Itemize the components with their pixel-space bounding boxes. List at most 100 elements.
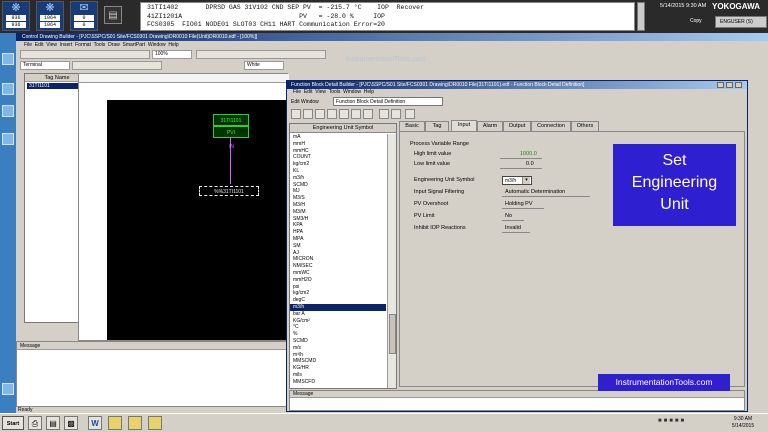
eu-list-item[interactable]: NM/SEC	[290, 263, 386, 270]
taskbar-clock[interactable]: 9:30 AM 5/14/2015	[720, 416, 766, 430]
process-alarm-button[interactable]: ❋ 936 936	[2, 1, 30, 31]
builder-task-icon[interactable]	[108, 416, 122, 430]
tool-icon[interactable]	[2, 133, 14, 145]
engineering-unit-list[interactable]: mA mmH mmHC COUNT kg/cm2 KL m3/h SCMD MJ M3/S M3/H…	[290, 134, 386, 385]
eu-list-item[interactable]: SCMD	[290, 182, 386, 189]
function-block-type[interactable]: PVI	[213, 126, 249, 138]
fbd-menu-edit[interactable]: Edit	[304, 89, 313, 95]
chevron-down-icon[interactable]: ▾	[522, 177, 530, 184]
system-alarm-button[interactable]: ❋ 1064 1064	[36, 1, 64, 31]
tab-tag[interactable]: Tag	[425, 121, 449, 131]
cut-icon[interactable]	[303, 109, 313, 119]
tab-others[interactable]: Others	[571, 121, 599, 131]
eu-list-item[interactable]: bar A	[290, 311, 386, 318]
low-limit-field[interactable]: 0.0	[526, 161, 534, 167]
start-button[interactable]: Start	[2, 416, 24, 430]
tab-connection[interactable]: Connection	[531, 121, 571, 131]
copy-button[interactable]: Copy	[690, 18, 702, 24]
eu-list-item[interactable]: kg/cm2	[290, 161, 386, 168]
eu-list-item[interactable]: m/s	[290, 345, 386, 352]
tab-alarm[interactable]: Alarm	[477, 121, 503, 131]
print-icon[interactable]	[379, 109, 389, 119]
eu-list-item[interactable]: HPA	[290, 229, 386, 236]
builder-task-icon[interactable]	[148, 416, 162, 430]
tab-basic[interactable]: Basic	[399, 121, 425, 131]
eu-list-item[interactable]: KPA	[290, 222, 386, 229]
cdb-toolbar-2[interactable]	[196, 50, 326, 59]
fbd-menu-view[interactable]: View	[315, 89, 326, 95]
font-select[interactable]: Terminal	[20, 61, 70, 70]
eu-list-item[interactable]: mmHC	[290, 148, 386, 155]
eu-list-item[interactable]: MPA	[290, 236, 386, 243]
eu-list-item[interactable]: KG/HR	[290, 365, 386, 372]
eu-list-item[interactable]: m³/h	[290, 352, 386, 359]
message-monitor-icon[interactable]: ▤	[104, 6, 122, 24]
check-icon[interactable]	[363, 109, 373, 119]
cdb-toolbar[interactable]	[20, 50, 150, 59]
tray-icons[interactable]: ■■■■■	[658, 418, 716, 428]
printer-icon[interactable]: ⎙	[28, 416, 42, 430]
io-terminal[interactable]: %%31TI1101	[199, 186, 259, 196]
menu-window[interactable]: Window	[148, 42, 166, 48]
window-icon[interactable]	[2, 83, 14, 95]
operator-guide-button[interactable]: ✉ 0 0	[70, 1, 98, 31]
zoom-select[interactable]: 100%	[152, 50, 192, 59]
eu-list-item[interactable]: m3/h	[290, 303, 386, 311]
eu-list-item[interactable]: mmH2O	[290, 277, 386, 284]
menu-edit[interactable]: Edit	[35, 42, 44, 48]
save-icon[interactable]	[291, 109, 301, 119]
cdb-title-bar[interactable]: Control Drawing Builder - [PJC\SSPC/S01 …	[16, 33, 768, 41]
nav-icon[interactable]	[2, 53, 14, 65]
fbd-title-bar[interactable]: Function Block Detail Builder - [PJC\SSP…	[287, 81, 747, 89]
color-select[interactable]: White	[244, 61, 284, 70]
list-icon[interactable]	[405, 109, 415, 119]
eu-list-item[interactable]: MICRON	[290, 256, 386, 263]
eu-list-item[interactable]: %	[290, 331, 386, 338]
scroll-thumb[interactable]	[389, 314, 396, 354]
eu-list-item[interactable]: mA	[290, 134, 386, 141]
maximize-button[interactable]	[726, 82, 733, 88]
alarm-message-box[interactable]: 31TI1402 DPRSD GAS 31V102 CND SEP PV = -…	[140, 2, 635, 31]
user-box[interactable]: ENGUSER (S)	[715, 16, 767, 28]
eu-list-item[interactable]: m3/h	[290, 175, 386, 182]
menu-draw[interactable]: Draw	[108, 42, 120, 48]
builder-task-icon[interactable]	[128, 416, 142, 430]
eu-list-item[interactable]: mmWC	[290, 270, 386, 277]
menu-tools[interactable]: Tools	[94, 42, 106, 48]
signal-filtering-field[interactable]: Automatic Determination	[505, 189, 565, 195]
eu-list-item[interactable]: kg/cm2	[290, 290, 386, 297]
high-limit-field[interactable]: 1000.0	[520, 151, 537, 157]
eu-list-item[interactable]: COUNT	[290, 154, 386, 161]
find-icon[interactable]	[351, 109, 361, 119]
word-icon[interactable]: W	[88, 416, 102, 430]
eu-list-item[interactable]: mmH	[290, 141, 386, 148]
eu-list-item[interactable]: M3/S	[290, 195, 386, 202]
fbd-menu-file[interactable]: File	[293, 89, 301, 95]
eu-list-item[interactable]: SM	[290, 243, 386, 250]
app-window-icon[interactable]: ▤	[46, 416, 60, 430]
inhibit-iop-field[interactable]: Invalid	[505, 225, 521, 231]
undo-icon[interactable]	[339, 109, 349, 119]
eu-list-item[interactable]: degC	[290, 297, 386, 304]
fbd-menu-tools[interactable]: Tools	[329, 89, 341, 95]
eu-list-item[interactable]: M3/H	[290, 202, 386, 209]
tab-input[interactable]: Input	[451, 120, 477, 131]
pv-limit-field[interactable]: No	[505, 213, 512, 219]
eu-list-item[interactable]: KL	[290, 168, 386, 175]
eu-list-scrollbar[interactable]	[387, 134, 396, 388]
alarm-scrollbar[interactable]	[637, 2, 645, 31]
eu-list-item[interactable]: psi	[290, 284, 386, 291]
pv-overshoot-field[interactable]: Holding PV	[505, 201, 533, 207]
fbd-menu-help[interactable]: Help	[364, 89, 374, 95]
paste-icon[interactable]	[327, 109, 337, 119]
menu-file[interactable]: File	[24, 42, 32, 48]
menu-view[interactable]: View	[46, 42, 57, 48]
eu-list-item[interactable]: AJ	[290, 250, 386, 257]
drawing-canvas[interactable]	[107, 100, 287, 340]
terminal-icon[interactable]: ▩	[64, 416, 78, 430]
eu-list-item[interactable]: SCMD	[290, 338, 386, 345]
help-icon[interactable]	[2, 383, 14, 395]
function-block-tag[interactable]: 31TI1101	[213, 114, 249, 126]
eu-list-item[interactable]: °C	[290, 324, 386, 331]
eu-list-item[interactable]: MMSCFD	[290, 379, 386, 386]
